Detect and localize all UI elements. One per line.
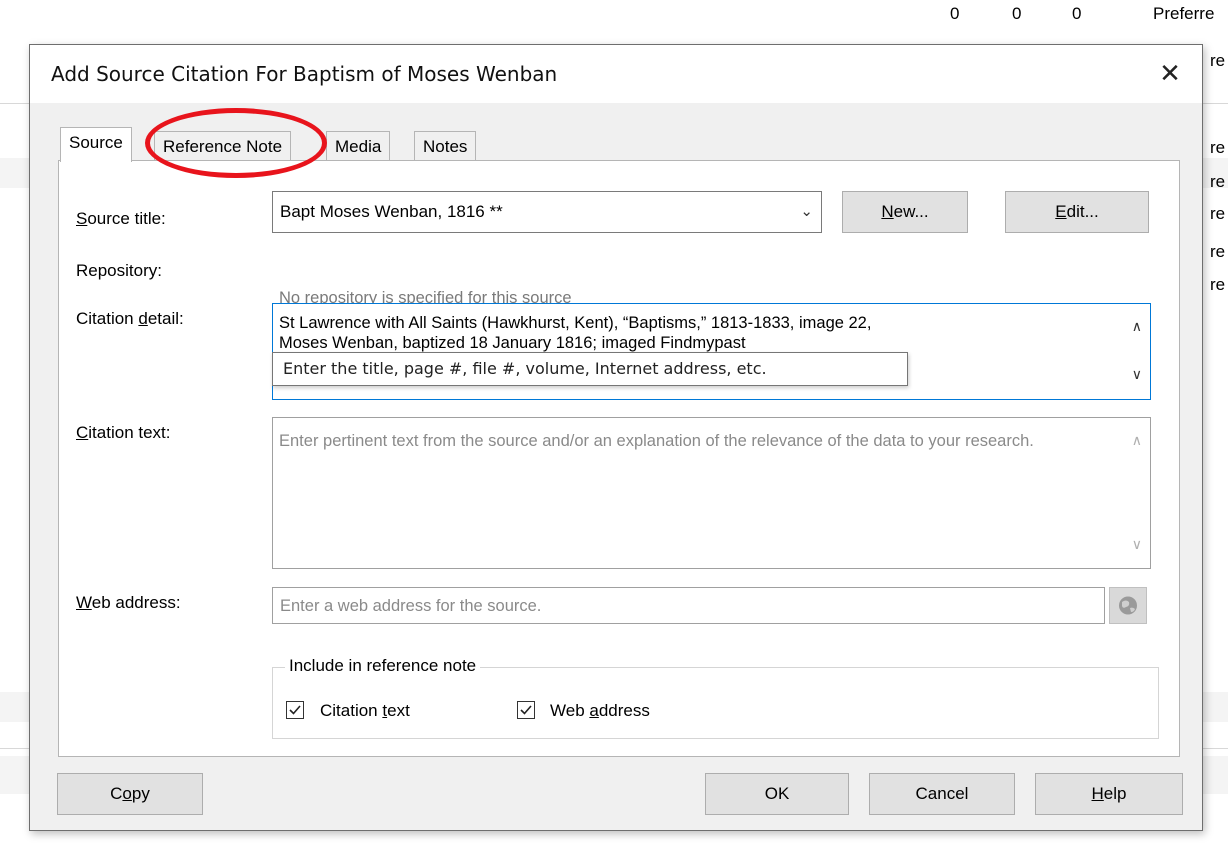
preferred-fragment: re <box>1210 275 1226 294</box>
citation-text-placeholder: Enter pertinent text from the source and… <box>279 432 1034 450</box>
source-title-value: Bapt Moses Wenban, 1816 ** <box>280 202 503 221</box>
scroll-down-icon[interactable]: ∨ <box>1132 536 1142 553</box>
preferred-fragment: re <box>1210 204 1226 223</box>
copy-button[interactable]: Copy <box>57 773 203 815</box>
tab-reference-note[interactable]: Reference Note <box>154 131 292 161</box>
scroll-up-icon[interactable]: ∧ <box>1132 432 1142 449</box>
chevron-down-icon[interactable]: ⌄ <box>800 202 813 220</box>
web-address-placeholder: Enter a web address for the source. <box>280 597 542 615</box>
citation-text-textarea[interactable]: Enter pertinent text from the source and… <box>272 417 1151 569</box>
web-address-checkbox-label[interactable]: Web address <box>550 701 650 721</box>
dialog-titlebar: Add Source Citation For Baptism of Moses… <box>30 45 1202 103</box>
scroll-down-icon[interactable]: ∨ <box>1132 366 1142 383</box>
help-button[interactable]: Help <box>1035 773 1183 815</box>
tab-media[interactable]: Media <box>326 131 391 161</box>
globe-icon[interactable] <box>1109 587 1147 624</box>
include-group-legend: Include in reference note <box>285 656 481 676</box>
close-icon[interactable]: ✕ <box>1148 53 1192 93</box>
column-value: 0 <box>1012 4 1022 23</box>
source-title-label: Source title: <box>76 209 166 228</box>
preferred-fragment: re <box>1210 172 1226 191</box>
preferred-fragment: re <box>1210 51 1226 70</box>
preferred-fragment: re <box>1210 138 1226 157</box>
tab-notes[interactable]: Notes <box>414 131 477 161</box>
preferred-fragment: re <box>1210 242 1226 261</box>
column-value: 0 <box>1072 4 1082 23</box>
citation-text-checkbox[interactable] <box>286 701 304 719</box>
citation-text-checkbox-label[interactable]: Citation text <box>320 701 410 721</box>
citation-detail-label: Citation detail: <box>76 309 184 328</box>
tab-source[interactable]: Source <box>60 127 132 162</box>
web-address-label: Web address: <box>76 593 181 612</box>
scroll-up-icon[interactable]: ∧ <box>1132 318 1142 335</box>
repository-label: Repository: <box>76 261 162 280</box>
column-value: 0 <box>950 4 960 23</box>
web-address-checkbox[interactable] <box>517 701 535 719</box>
web-address-input[interactable]: Enter a web address for the source. <box>272 587 1105 624</box>
add-source-citation-dialog: Add Source Citation For Baptism of Moses… <box>29 44 1203 831</box>
new-source-button[interactable]: New... <box>842 191 968 233</box>
citation-text-label: Citation text: <box>76 423 171 442</box>
ok-button[interactable]: OK <box>705 773 849 815</box>
preferred-label: Preferre <box>1153 4 1215 23</box>
citation-detail-tooltip: Enter the title, page #, file #, volume,… <box>272 352 908 386</box>
dialog-title: Add Source Citation For Baptism of Moses… <box>51 62 558 86</box>
source-title-dropdown[interactable]: Bapt Moses Wenban, 1816 ** ⌄ <box>272 191 822 233</box>
cancel-button[interactable]: Cancel <box>869 773 1015 815</box>
edit-source-button[interactable]: Edit... <box>1005 191 1149 233</box>
